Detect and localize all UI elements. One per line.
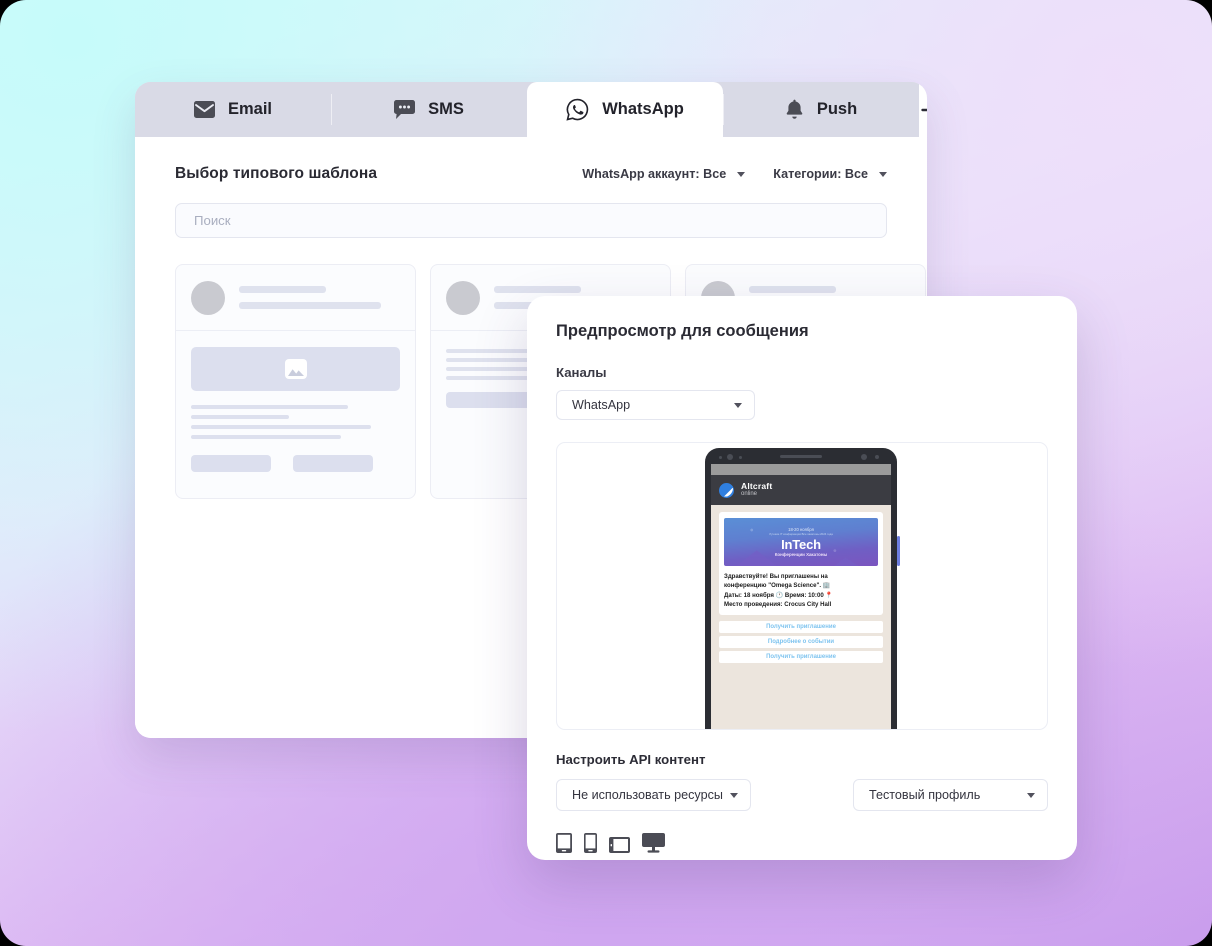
phone-portrait-icon[interactable] (584, 833, 597, 853)
channel-select-value: WhatsApp (572, 398, 631, 412)
text-placeholder (191, 405, 400, 439)
filter-group: WhatsApp аккаунт: Все Категории: Все (582, 167, 887, 181)
channel-tabbar: Email SMS WhatsApp Push (135, 82, 927, 137)
profile-select[interactable]: Тестовый профиль (853, 779, 1048, 811)
message-buttons: Получить приглашение Подробнее о событии… (719, 621, 883, 663)
message-line: Даты: 18 ноября 🕐 Время: 10:00 📍 (724, 591, 834, 599)
phone-sensor-icon (719, 456, 722, 459)
phone-volume-button[interactable] (897, 536, 900, 566)
phone-speaker (780, 455, 822, 458)
intech-banner-image: 18-20 ноября Лучшие IT конференции Все х… (724, 518, 878, 566)
tab-sms-label: SMS (428, 100, 464, 118)
phone-mockup: Altcraft online 18-20 ноября Лучшие IT к… (705, 448, 900, 729)
chat-header: Altcraft online (711, 475, 891, 505)
chevron-down-icon (734, 402, 742, 408)
message-line: конференцию "Omega Science". 🏢 (724, 582, 831, 590)
image-placeholder (191, 347, 400, 391)
skeleton-line (191, 435, 342, 439)
resource-select-value: Не использовать ресурсы (572, 788, 723, 802)
search-input[interactable] (194, 213, 868, 228)
tablet-portrait-icon[interactable] (556, 833, 572, 853)
device-preview-toggle-group (556, 833, 1048, 853)
skeleton-line (191, 425, 371, 429)
phone-screen: Altcraft online 18-20 ноября Лучшие IT к… (711, 464, 891, 729)
preview-frame: Altcraft online 18-20 ноября Лучшие IT к… (556, 442, 1048, 730)
message-button[interactable]: Получить приглашение (719, 651, 883, 663)
button-placeholder (293, 455, 373, 472)
chevron-down-icon (879, 171, 887, 177)
screenshot-stage: Email SMS WhatsApp Push Выбор типового ш… (0, 0, 1212, 946)
resource-select[interactable]: Не использовать ресурсы (556, 779, 751, 811)
channels-label: Каналы (556, 365, 607, 380)
profile-select-value: Тестовый профиль (869, 788, 981, 802)
phone-camera-icon (727, 454, 733, 460)
skeleton-line (191, 405, 348, 409)
panel-header: Выбор типового шаблона WhatsApp аккаунт:… (175, 165, 887, 183)
avatar (191, 280, 225, 315)
skeleton-line (239, 302, 381, 309)
filter-whatsapp-account-label: WhatsApp аккаунт: Все (582, 167, 727, 181)
skeleton-line (749, 286, 836, 293)
tab-email[interactable]: Email (135, 82, 331, 137)
skeleton-line (191, 415, 290, 419)
chat-title: Altcraft (741, 481, 773, 492)
card-header (176, 265, 415, 331)
bell-icon (785, 99, 804, 120)
message-button[interactable]: Получить приглашение (719, 621, 883, 633)
message-button[interactable]: Подробнее о событии (719, 636, 883, 648)
chat-area: 18-20 ноября Лучшие IT конференции Все х… (711, 505, 891, 663)
filter-categories[interactable]: Категории: Все (773, 167, 887, 181)
skeleton-line (494, 286, 581, 293)
filter-categories-label: Категории: Все (773, 167, 868, 181)
filter-whatsapp-account[interactable]: WhatsApp аккаунт: Все (582, 167, 746, 181)
envelope-icon (193, 101, 215, 118)
chevron-down-icon (730, 792, 738, 798)
message-preview-modal: Предпросмотр для сообщения Каналы WhatsA… (527, 296, 1077, 860)
message-text: Здравствуйте! Вы приглашены на конференц… (724, 572, 878, 609)
skeleton-line (239, 286, 326, 293)
tab-whatsapp[interactable]: WhatsApp (527, 82, 723, 137)
card-title-placeholder (239, 286, 400, 309)
banner-title: InTech (781, 536, 821, 552)
message-line: Здравствуйте! Вы приглашены на (724, 573, 828, 580)
add-tab-button[interactable] (919, 82, 927, 137)
page-title: Выбор типового шаблона (175, 165, 378, 182)
card-body (176, 331, 415, 494)
api-content-label: Настроить API контент (556, 752, 706, 767)
tablet-landscape-icon[interactable] (609, 837, 630, 853)
search-box[interactable] (175, 203, 887, 238)
desktop-icon[interactable] (642, 833, 665, 853)
speech-bubble-icon (394, 100, 416, 119)
altcraft-logo-icon (719, 482, 734, 498)
phone-status-bar (711, 464, 891, 475)
tab-sms[interactable]: SMS (331, 82, 527, 137)
channel-select[interactable]: WhatsApp (556, 390, 755, 420)
modal-title: Предпросмотр для сообщения (556, 322, 809, 340)
tab-push[interactable]: Push (723, 82, 919, 137)
whatsapp-icon (566, 98, 589, 121)
chevron-down-icon (1027, 792, 1035, 798)
phone-camera-icon (861, 454, 867, 460)
phone-sensor-icon (875, 455, 879, 459)
chat-status: online (741, 491, 758, 498)
button-placeholder (191, 455, 271, 472)
avatar (446, 280, 480, 315)
tab-push-label: Push (816, 100, 858, 118)
message-bubble: 18-20 ноября Лучшие IT конференции Все х… (719, 512, 883, 615)
tab-email-label: Email (227, 100, 273, 118)
plus-icon (919, 97, 927, 123)
image-icon (284, 359, 307, 379)
button-placeholder-row (191, 455, 400, 472)
banner-subtitle: Конференции Хакатоны (774, 551, 828, 557)
template-card[interactable] (175, 264, 416, 499)
api-controls-row: Не использовать ресурсы Тестовый профиль (556, 779, 1048, 811)
chevron-down-icon (737, 171, 746, 177)
chat-identity: Altcraft online (741, 482, 772, 497)
phone-sensor-icon (739, 456, 742, 459)
tab-whatsapp-label: WhatsApp (602, 100, 684, 118)
message-line: Место проведения: Crocus City Hall (724, 600, 832, 608)
